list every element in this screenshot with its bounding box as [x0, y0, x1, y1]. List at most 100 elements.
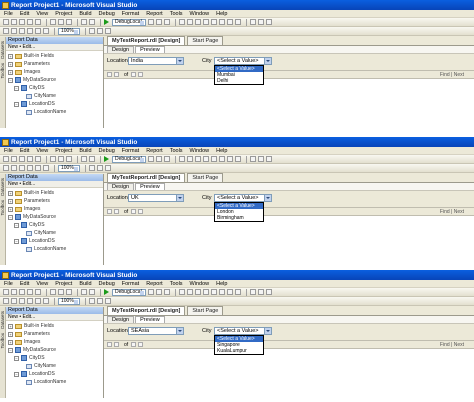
first-page-icon[interactable] [107, 72, 112, 77]
tab-start-page[interactable]: Start Page [187, 173, 224, 182]
size-width-icon[interactable] [89, 165, 95, 171]
align-left-icon[interactable] [211, 289, 217, 295]
tab-report-design[interactable]: MyTestReport.rdl [Design] [107, 173, 186, 182]
align-center-icon[interactable] [219, 156, 225, 162]
previous-page-icon[interactable] [114, 209, 119, 214]
menu-window[interactable]: Window [190, 148, 210, 154]
expand-icon[interactable]: + [8, 190, 13, 196]
cut-icon[interactable] [50, 19, 56, 25]
last-page-icon[interactable] [138, 72, 144, 77]
find-next-label[interactable]: Find | Next [440, 342, 464, 348]
align-tops-icon[interactable] [27, 298, 33, 304]
bold-icon[interactable] [179, 289, 185, 295]
save-all-icon[interactable] [35, 19, 41, 25]
font-color-icon[interactable] [203, 156, 209, 162]
cut-icon[interactable] [50, 289, 56, 295]
tree-node-images[interactable]: + Images [8, 338, 103, 346]
cut-icon[interactable] [50, 156, 56, 162]
size-height-icon[interactable] [97, 28, 103, 34]
tree-node-parameters[interactable]: + Parameters [8, 197, 103, 205]
save-all-icon[interactable] [35, 156, 41, 162]
tree-node-locationds[interactable]: − LocationDS [8, 237, 103, 245]
tab-report-design[interactable]: MyTestReport.rdl [Design] [107, 36, 186, 45]
zoom-combo[interactable]: 100% [58, 27, 80, 35]
collapse-icon[interactable]: − [14, 101, 19, 107]
align-tops-icon[interactable] [27, 28, 33, 34]
menu-file[interactable]: File [4, 148, 13, 154]
expand-icon[interactable]: + [8, 69, 13, 75]
collapse-icon[interactable]: − [8, 77, 13, 83]
open-icon[interactable] [19, 156, 25, 162]
last-page-icon[interactable] [138, 342, 144, 347]
align-rights-icon[interactable] [19, 298, 25, 304]
align-left-icon[interactable] [211, 156, 217, 162]
side-tab-toolbox[interactable]: Toolbox [0, 63, 6, 79]
menu-project[interactable]: Project [55, 281, 72, 287]
configuration-combo[interactable]: DebugLocal [112, 18, 146, 26]
tree-node-built-in-fields[interactable]: + Built-in Fields [8, 189, 103, 197]
size-width-icon[interactable] [89, 28, 95, 34]
collapse-icon[interactable]: − [14, 371, 19, 377]
tab-start-page[interactable]: Start Page [187, 36, 224, 45]
size-height-icon[interactable] [97, 298, 103, 304]
tree-node-locationname[interactable]: LocationName [8, 378, 103, 386]
chevron-down-icon[interactable] [176, 328, 183, 334]
menu-view[interactable]: View [36, 281, 48, 287]
new-project-icon[interactable] [3, 156, 9, 162]
start-debug-icon[interactable] [104, 289, 109, 295]
tree-node-cityds[interactable]: − CityDS [8, 354, 103, 362]
align-left-icon[interactable] [211, 19, 217, 25]
underline-icon[interactable] [195, 289, 201, 295]
first-page-icon[interactable] [107, 342, 112, 347]
align-center-icon[interactable] [219, 289, 225, 295]
tree-node-cityname[interactable]: CityName [8, 92, 103, 100]
tab-preview[interactable]: Preview [135, 46, 165, 53]
align-bottoms-icon[interactable] [43, 165, 49, 171]
tree-node-locationds[interactable]: − LocationDS [8, 100, 103, 108]
border-icon[interactable] [235, 19, 241, 25]
align-rights-icon[interactable] [19, 165, 25, 171]
city-select[interactable]: <Select a Value> [214, 57, 272, 65]
border-icon[interactable] [235, 156, 241, 162]
configuration-combo[interactable]: DebugLocal [112, 155, 146, 163]
copy-icon[interactable] [58, 289, 64, 295]
tree-node-built-in-fields[interactable]: + Built-in Fields [8, 52, 103, 60]
zoom-combo[interactable]: 100% [58, 164, 80, 172]
find-icon[interactable] [148, 156, 154, 162]
menu-window[interactable]: Window [190, 11, 210, 17]
configuration-combo[interactable]: DebugLocal [112, 288, 146, 296]
collapse-icon[interactable]: − [14, 355, 19, 361]
align-lefts-icon[interactable] [3, 165, 9, 171]
collapse-icon[interactable]: − [8, 347, 13, 353]
menu-debug[interactable]: Debug [99, 11, 115, 17]
save-all-icon[interactable] [35, 289, 41, 295]
align-centers-icon[interactable] [11, 28, 17, 34]
size-width-icon[interactable] [89, 298, 95, 304]
redo-icon[interactable] [89, 19, 95, 25]
expand-icon[interactable]: + [8, 206, 13, 212]
menu-help[interactable]: Help [216, 11, 227, 17]
tab-design[interactable]: Design [107, 183, 135, 190]
format-icon[interactable] [266, 289, 272, 295]
tree-node-datasource[interactable]: − MyDataSource [8, 346, 103, 354]
tab-design[interactable]: Design [107, 316, 135, 323]
tree-node-built-in-fields[interactable]: + Built-in Fields [8, 322, 103, 330]
menu-edit[interactable]: Edit [20, 281, 29, 287]
location-select[interactable]: UK [128, 194, 184, 202]
tree-node-cityds[interactable]: − CityDS [8, 221, 103, 229]
bold-icon[interactable] [179, 156, 185, 162]
tree-node-locationds[interactable]: − LocationDS [8, 370, 103, 378]
find-next-label[interactable]: Find | Next [440, 72, 464, 78]
tree-node-parameters[interactable]: + Parameters [8, 60, 103, 68]
chevron-down-icon[interactable] [264, 328, 271, 334]
tab-design[interactable]: Design [107, 46, 135, 53]
solution-explorer-icon[interactable] [156, 156, 162, 162]
border-icon[interactable] [235, 289, 241, 295]
grid-icon[interactable] [258, 289, 264, 295]
align-center-icon[interactable] [219, 19, 225, 25]
city-option[interactable]: Birmingham [215, 215, 263, 221]
chevron-down-icon[interactable] [264, 195, 271, 201]
menu-debug[interactable]: Debug [99, 148, 115, 154]
collapse-icon[interactable]: − [14, 85, 19, 91]
align-lefts-icon[interactable] [3, 28, 9, 34]
